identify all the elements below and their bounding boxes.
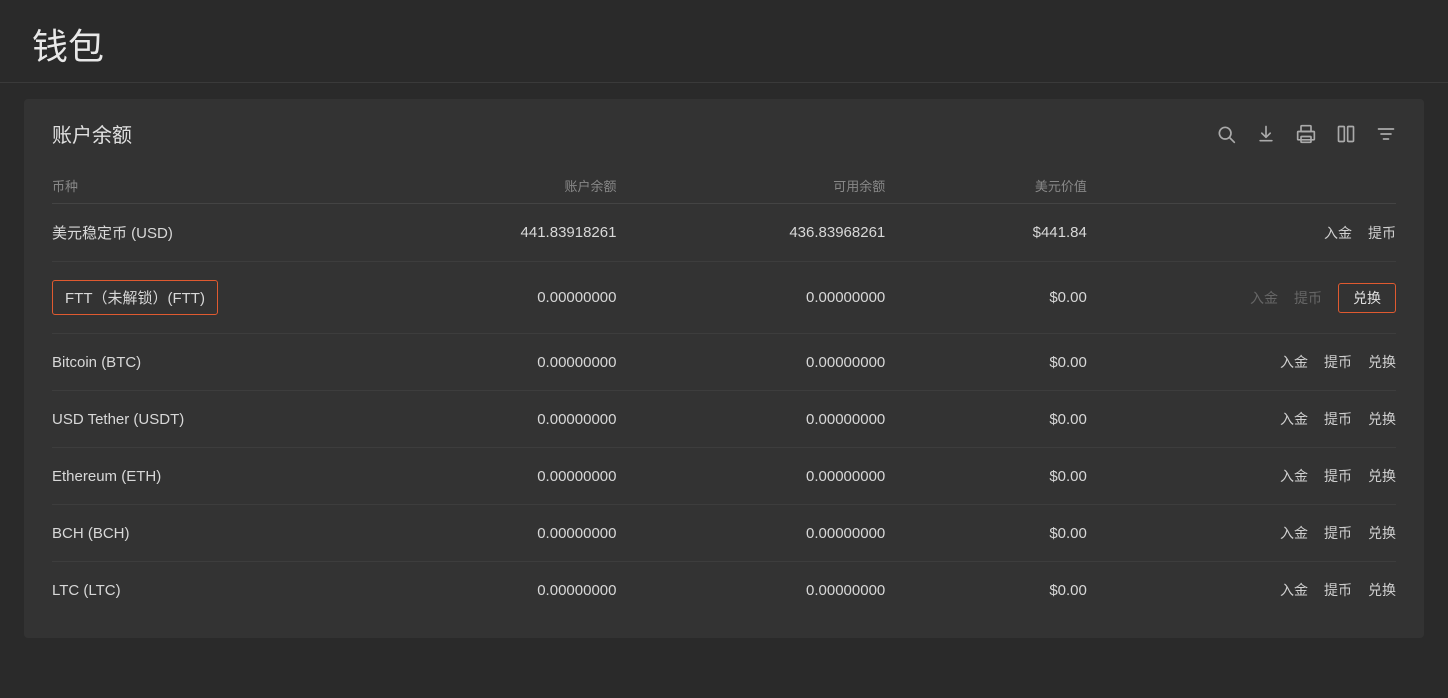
deposit-button-usdt[interactable]: 入金 [1280,409,1308,429]
exchange-button-ftt[interactable]: 兑换 [1338,283,1396,313]
actions-container-btc: 入金提币兑换 [1087,352,1396,372]
table-row: FTT（未解锁）(FTT)0.000000000.00000000$0.00入金… [52,262,1396,334]
download-icon[interactable] [1256,124,1276,144]
actions-container-usdt: 入金提币兑换 [1087,409,1396,429]
cell-available-bch: 0.00000000 [616,505,885,562]
cell-currency-usd: 美元稳定币 (USD) [52,204,348,262]
cell-actions-ltc: 入金提币兑换 [1087,562,1396,619]
cell-available-eth: 0.00000000 [616,448,885,505]
cell-usd-usd: $441.84 [885,204,1087,262]
deposit-button-ltc[interactable]: 入金 [1280,580,1308,600]
cell-actions-usd: 入金提币 [1087,204,1396,262]
cell-available-ltc: 0.00000000 [616,562,885,619]
cell-actions-ftt: 入金提币兑换 [1087,262,1396,334]
actions-container-bch: 入金提币兑换 [1087,523,1396,543]
cell-available-btc: 0.00000000 [616,334,885,391]
balance-table: 币种 账户余额 可用余额 美元价值 美元稳定币 (USD)441.8391826… [52,168,1396,618]
exchange-button-eth[interactable]: 兑换 [1368,466,1396,486]
withdraw-button-usd[interactable]: 提币 [1368,223,1396,243]
columns-icon[interactable] [1336,124,1356,144]
cell-usd-ltc: $0.00 [885,562,1087,619]
header-balance: 账户余额 [348,168,617,204]
cell-balance-eth: 0.00000000 [348,448,617,505]
header-usd: 美元价值 [885,168,1087,204]
table-row: Ethereum (ETH)0.000000000.00000000$0.00入… [52,448,1396,505]
cell-currency-ftt: FTT（未解锁）(FTT) [52,262,348,334]
table-header-row: 币种 账户余额 可用余额 美元价值 [52,168,1396,204]
withdraw-button-btc[interactable]: 提币 [1324,352,1352,372]
cell-available-usdt: 0.00000000 [616,391,885,448]
actions-container-usd: 入金提币 [1087,223,1396,243]
cell-currency-usdt: USD Tether (USDT) [52,391,348,448]
table-row: Bitcoin (BTC)0.000000000.00000000$0.00入金… [52,334,1396,391]
withdraw-button-eth[interactable]: 提币 [1324,466,1352,486]
withdraw-button-ftt[interactable]: 提币 [1294,288,1322,308]
cell-balance-ftt: 0.00000000 [348,262,617,334]
ftt-highlighted-cell: FTT（未解锁）(FTT) [52,280,218,315]
cell-usd-btc: $0.00 [885,334,1087,391]
exchange-button-btc[interactable]: 兑换 [1368,352,1396,372]
cell-usd-ftt: $0.00 [885,262,1087,334]
filter-icon[interactable] [1376,124,1396,144]
withdraw-button-usdt[interactable]: 提币 [1324,409,1352,429]
cell-currency-btc: Bitcoin (BTC) [52,334,348,391]
page-header: 钱包 [0,0,1448,83]
header-actions [1087,168,1396,204]
actions-container-eth: 入金提币兑换 [1087,466,1396,486]
deposit-button-usd[interactable]: 入金 [1324,223,1352,243]
cell-balance-usdt: 0.00000000 [348,391,617,448]
header-available: 可用余额 [616,168,885,204]
cell-actions-bch: 入金提币兑换 [1087,505,1396,562]
cell-balance-ltc: 0.00000000 [348,562,617,619]
cell-usd-eth: $0.00 [885,448,1087,505]
header-currency: 币种 [52,168,348,204]
page-title: 钱包 [32,18,1416,70]
cell-balance-bch: 0.00000000 [348,505,617,562]
cell-balance-usd: 441.83918261 [348,204,617,262]
cell-currency-ltc: LTC (LTC) [52,562,348,619]
withdraw-button-ltc[interactable]: 提币 [1324,580,1352,600]
cell-balance-btc: 0.00000000 [348,334,617,391]
cell-currency-bch: BCH (BCH) [52,505,348,562]
table-body: 美元稳定币 (USD)441.83918261436.83968261$441.… [52,204,1396,619]
deposit-button-btc[interactable]: 入金 [1280,352,1308,372]
cell-available-ftt: 0.00000000 [616,262,885,334]
card-title: 账户余额 [52,119,132,148]
deposit-button-ftt[interactable]: 入金 [1250,288,1278,308]
wallet-card: 账户余额 [24,99,1424,638]
cell-currency-eth: Ethereum (ETH) [52,448,348,505]
exchange-button-usdt[interactable]: 兑换 [1368,409,1396,429]
exchange-button-ltc[interactable]: 兑换 [1368,580,1396,600]
table-head: 币种 账户余额 可用余额 美元价值 [52,168,1396,204]
cell-available-usd: 436.83968261 [616,204,885,262]
cell-actions-usdt: 入金提币兑换 [1087,391,1396,448]
exchange-button-bch[interactable]: 兑换 [1368,523,1396,543]
table-row: 美元稳定币 (USD)441.83918261436.83968261$441.… [52,204,1396,262]
actions-container-ftt: 入金提币兑换 [1087,283,1396,313]
cell-actions-btc: 入金提币兑换 [1087,334,1396,391]
table-row: LTC (LTC)0.000000000.00000000$0.00入金提币兑换 [52,562,1396,619]
toolbar-icons [1216,124,1396,144]
cell-actions-eth: 入金提币兑换 [1087,448,1396,505]
deposit-button-eth[interactable]: 入金 [1280,466,1308,486]
cell-usd-bch: $0.00 [885,505,1087,562]
cell-usd-usdt: $0.00 [885,391,1087,448]
withdraw-button-bch[interactable]: 提币 [1324,523,1352,543]
deposit-button-bch[interactable]: 入金 [1280,523,1308,543]
search-icon[interactable] [1216,124,1236,144]
card-header: 账户余额 [52,119,1396,148]
table-row: USD Tether (USDT)0.000000000.00000000$0.… [52,391,1396,448]
print-icon[interactable] [1296,124,1316,144]
actions-container-ltc: 入金提币兑换 [1087,580,1396,600]
table-row: BCH (BCH)0.000000000.00000000$0.00入金提币兑换 [52,505,1396,562]
